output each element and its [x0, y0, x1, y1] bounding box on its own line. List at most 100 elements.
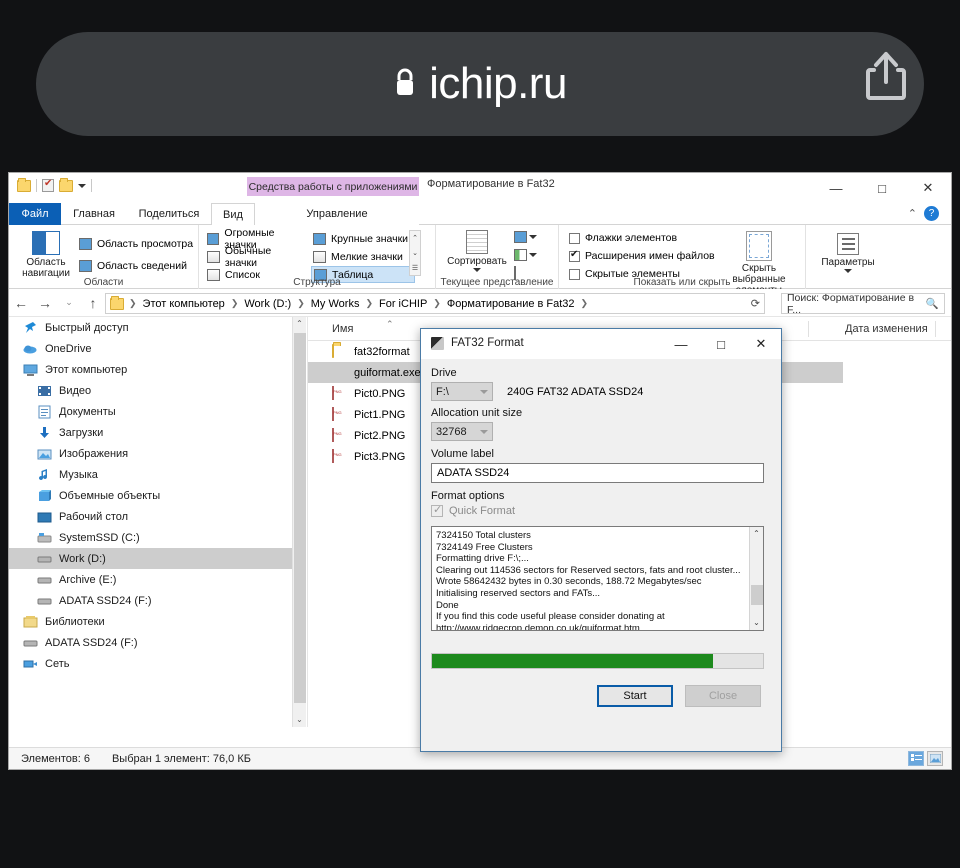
column-divider[interactable] — [808, 321, 809, 337]
chevron-down-icon[interactable] — [78, 183, 86, 188]
sidebar-item-3d-objects[interactable]: Объемные объекты — [9, 485, 292, 506]
nav-pane-scrollbar[interactable]: ⌃ ⌄ — [292, 317, 306, 727]
scrollbar-thumb[interactable] — [294, 333, 306, 703]
group-by-button[interactable] — [514, 231, 537, 243]
drive-select[interactable]: F:\ — [431, 382, 493, 401]
tab-share[interactable]: Поделиться — [127, 203, 211, 225]
column-divider[interactable] — [935, 321, 936, 337]
breadcrumb[interactable]: ❯ Этот компьютер ❯ Work (D:) ❯ My Works … — [105, 293, 765, 314]
quick-format-checkbox[interactable] — [431, 503, 443, 517]
column-header-name[interactable]: Имя — [332, 323, 353, 335]
minimize-button[interactable]: — — [813, 173, 859, 203]
chevron-down-icon[interactable] — [844, 269, 852, 273]
chevron-down-icon[interactable]: ⌄ — [412, 249, 418, 257]
sidebar-item-videos[interactable]: Видео — [9, 380, 292, 401]
allocation-unit-select[interactable]: 32768 — [431, 422, 493, 441]
properties-icon[interactable] — [42, 178, 54, 192]
breadcrumb-item-3[interactable]: For iCHIP — [376, 298, 430, 310]
checkbox[interactable] — [569, 232, 580, 244]
sidebar-item-music[interactable]: Музыка — [9, 464, 292, 485]
sidebar-item-work-d[interactable]: Work (D:) — [9, 548, 292, 569]
dialog-buttons: Start Close — [431, 685, 771, 707]
details-pane-button[interactable]: Область сведений — [79, 257, 187, 275]
forward-button[interactable]: → — [33, 295, 57, 311]
layout-scroll-arrows[interactable]: ⌃ ⌄ ☰ — [409, 230, 421, 276]
tab-manage[interactable]: Управление — [255, 203, 419, 225]
breadcrumb-item-0[interactable]: Этот компьютер — [140, 298, 228, 310]
quick-format-checkbox-row[interactable]: Quick Format — [431, 503, 771, 517]
layout-large-icons[interactable]: Крупные значки — [311, 230, 415, 247]
search-input[interactable]: Поиск: Форматирование в F... 🔍 — [781, 292, 945, 316]
dialog-minimize-button[interactable]: — — [661, 329, 701, 359]
sidebar-item-downloads[interactable]: Загрузки — [9, 422, 292, 443]
refresh-icon[interactable]: ⟳ — [751, 297, 760, 310]
checkbox-file-extensions[interactable]: Расширения имен файлов — [569, 247, 715, 265]
details-view-icon[interactable] — [908, 751, 924, 766]
breadcrumb-item-2[interactable]: My Works — [308, 298, 363, 310]
quick-access-toolbar[interactable] — [17, 177, 92, 192]
options-button[interactable]: Параметры — [817, 233, 879, 273]
sidebar-item-onedrive[interactable]: OneDrive — [9, 338, 292, 359]
more-icon[interactable]: ☰ — [412, 264, 418, 272]
address-bar[interactable]: ichip.ru — [36, 32, 924, 136]
sidebar-item-network[interactable]: Сеть — [9, 653, 292, 674]
chevron-down-icon[interactable] — [529, 253, 537, 257]
view-mode-buttons[interactable] — [908, 751, 943, 766]
sidebar-item-documents[interactable]: Документы — [9, 401, 292, 422]
preview-pane-button[interactable]: Область просмотра — [79, 235, 193, 253]
navigation-pane-button[interactable]: Область навигации — [15, 231, 77, 279]
tab-view[interactable]: Вид — [211, 203, 255, 226]
url-text: ichip.ru — [429, 59, 567, 108]
new-folder-icon[interactable] — [59, 177, 73, 192]
sidebar-item-adata-f[interactable]: ADATA SSD24 (F:) — [9, 632, 292, 653]
share-icon[interactable] — [864, 50, 908, 107]
breadcrumb-item-1[interactable]: Work (D:) — [241, 298, 294, 310]
checkbox[interactable] — [569, 249, 580, 262]
sidebar-item-archive-e[interactable]: Archive (E:) — [9, 569, 292, 590]
sidebar-item-this-pc[interactable]: Этот компьютер — [9, 359, 292, 380]
tab-file[interactable]: Файл — [9, 203, 61, 225]
chevron-down-icon[interactable] — [473, 268, 481, 272]
volume-label-input[interactable]: ADATA SSD24 — [431, 463, 764, 483]
dialog-maximize-button[interactable]: □ — [701, 329, 741, 359]
layout-small-icons[interactable]: Мелкие значки — [311, 248, 415, 265]
ribbon-group-layout: Огромные значки Крупные значки Обычные з… — [199, 225, 436, 289]
back-button[interactable]: ← — [9, 295, 33, 311]
sidebar-item-label: ADATA SSD24 (F:) — [45, 636, 138, 649]
sidebar-item-desktop[interactable]: Рабочий стол — [9, 506, 292, 527]
sort-by-button[interactable]: Сортировать — [446, 230, 508, 272]
large-icons-view-icon[interactable] — [927, 751, 943, 766]
up-button[interactable]: ↑ — [81, 295, 105, 311]
chevron-up-icon[interactable]: ⌃ — [293, 317, 306, 331]
help-icon[interactable]: ? — [924, 206, 939, 221]
chevron-up-icon[interactable]: ⌃ — [908, 207, 917, 220]
close-button[interactable]: Close — [685, 685, 761, 707]
checkbox-item-checkboxes[interactable]: Флажки элементов — [569, 229, 715, 247]
tab-home[interactable]: Главная — [61, 203, 127, 225]
sidebar-item-quick-access[interactable]: Быстрый доступ — [9, 317, 292, 338]
chevron-down-icon[interactable] — [529, 235, 537, 239]
dialog-close-button[interactable]: ✕ — [741, 329, 781, 359]
pin-icon — [23, 321, 38, 335]
log-scrollbar[interactable]: ⌃ ⌄ — [749, 527, 763, 630]
layout-medium-icons[interactable]: Обычные значки — [205, 245, 309, 269]
search-icon[interactable]: 🔍 — [926, 297, 939, 310]
chevron-down-icon[interactable]: ⌄ — [293, 713, 306, 727]
sidebar-item-pictures[interactable]: Изображения — [9, 443, 292, 464]
folder-icon[interactable] — [17, 177, 31, 192]
chevron-down-icon[interactable]: ⌄ — [750, 616, 763, 630]
sidebar-item-system-ssd[interactable]: SystemSSD (C:) — [9, 527, 292, 548]
start-button[interactable]: Start — [597, 685, 673, 707]
breadcrumb-item-4[interactable]: Форматирование в Fat32 — [444, 298, 578, 310]
maximize-button[interactable]: □ — [859, 173, 905, 203]
add-columns-button[interactable] — [514, 249, 537, 261]
recent-locations-button[interactable]: ⌄ — [57, 297, 81, 308]
chevron-up-icon[interactable]: ⌃ — [412, 234, 418, 242]
sidebar-item-libraries[interactable]: Библиотеки — [9, 611, 292, 632]
close-button[interactable]: ✕ — [905, 173, 951, 203]
column-header-date[interactable]: Дата изменения — [845, 323, 928, 335]
chevron-up-icon[interactable]: ⌃ — [750, 527, 763, 541]
sidebar-item-adata-f-child[interactable]: ADATA SSD24 (F:) — [9, 590, 292, 611]
log-output[interactable]: 7324150 Total clusters 7324149 Free Clust… — [431, 526, 764, 631]
scrollbar-thumb[interactable] — [751, 585, 763, 605]
